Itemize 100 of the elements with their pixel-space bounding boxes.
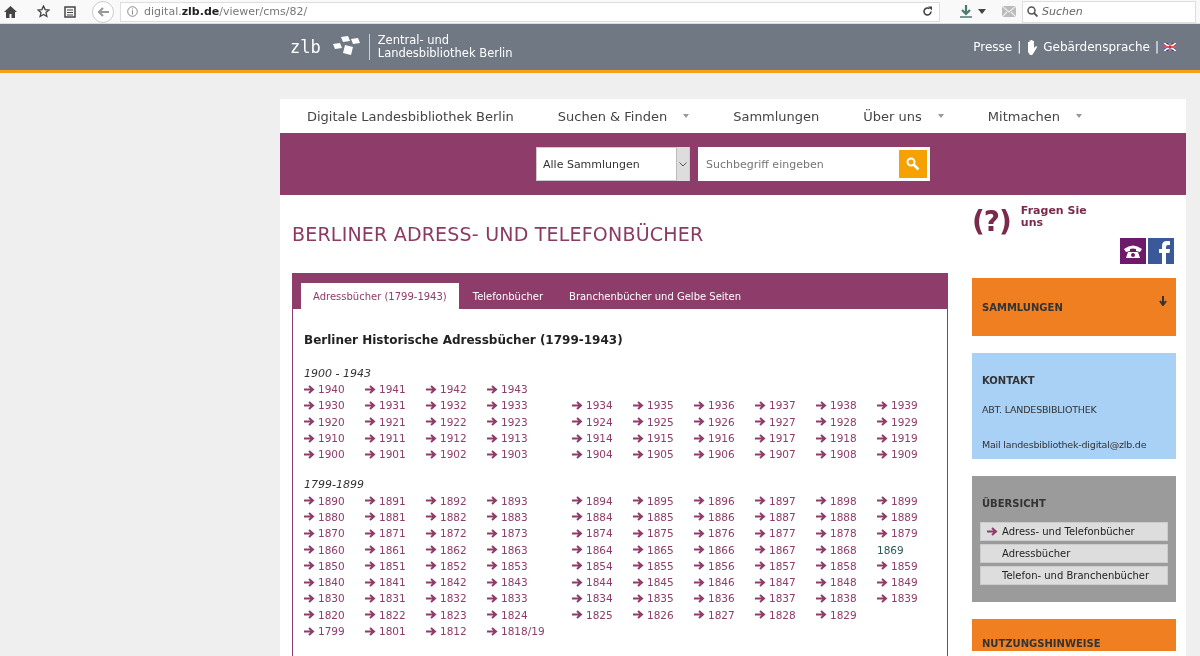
year-link[interactable]: 1878 — [816, 525, 877, 542]
year-link[interactable]: 1871 — [365, 525, 426, 542]
year-link[interactable]: 1897 — [755, 492, 816, 509]
year-link[interactable]: 1830 — [304, 590, 365, 607]
year-link[interactable]: 1908 — [816, 446, 877, 463]
year-link[interactable]: 1867 — [755, 541, 816, 558]
year-link[interactable]: 1888 — [816, 508, 877, 526]
info-icon[interactable] — [127, 6, 138, 17]
nav-menu-item[interactable]: Über uns — [863, 108, 944, 124]
clipboard-icon[interactable] — [64, 5, 76, 18]
year-link[interactable]: 1915 — [633, 429, 694, 447]
year-link[interactable]: 1839 — [877, 590, 938, 607]
year-link[interactable]: 1837 — [755, 590, 816, 607]
year-link[interactable]: 1858 — [816, 557, 877, 574]
year-link[interactable]: 1913 — [487, 429, 572, 447]
year-link[interactable]: 1859 — [877, 557, 938, 574]
year-link[interactable]: 1902 — [426, 446, 487, 463]
year-link[interactable]: 1880 — [304, 508, 365, 526]
ask-link[interactable]: Fragen Sie — [1020, 205, 1087, 217]
year-link[interactable]: 1868 — [816, 541, 877, 558]
year-link[interactable]: 1919 — [877, 429, 938, 447]
year-link[interactable]: 1847 — [755, 573, 816, 591]
download-icon[interactable] — [960, 5, 972, 18]
year-link[interactable]: 1903 — [487, 446, 572, 463]
year-link[interactable]: 1824 — [487, 606, 572, 623]
year-link[interactable]: 1852 — [426, 557, 487, 574]
year-link[interactable]: 1833 — [487, 590, 572, 607]
address-bar[interactable]: digital.zlb.de/viewer/cms/82/ — [120, 1, 940, 22]
year-link[interactable]: 1922 — [426, 413, 487, 430]
year-link[interactable]: 1856 — [694, 557, 755, 574]
year-link[interactable]: 1924 — [572, 413, 633, 430]
year-link[interactable]: 1917 — [755, 429, 816, 447]
year-link[interactable]: 1920 — [304, 413, 365, 430]
year-link[interactable]: 1841 — [365, 573, 426, 591]
year-link[interactable]: 1934 — [572, 397, 633, 414]
year-link[interactable]: 1881 — [365, 508, 426, 526]
year-link[interactable]: 1875 — [633, 525, 694, 542]
year-link[interactable]: 1882 — [426, 508, 487, 526]
year-link[interactable]: 1870 — [304, 525, 365, 542]
overview-menu-item[interactable]: Adress- und Telefonbücher — [980, 522, 1168, 541]
collection-select[interactable]: Alle Sammlungen — [536, 147, 690, 181]
year-link[interactable]: 1895 — [633, 492, 694, 509]
year-link[interactable]: 1928 — [816, 413, 877, 430]
year-link[interactable]: 1891 — [365, 492, 426, 509]
collapsible-panel[interactable]: NUTZUNGSHINWEISE — [972, 619, 1176, 651]
year-link[interactable]: 1898 — [816, 492, 877, 509]
year-link[interactable]: 1938 — [816, 397, 877, 414]
nav-menu-item[interactable]: Mitmachen — [987, 108, 1082, 124]
caret-icon[interactable] — [1076, 114, 1082, 118]
year-link[interactable]: 1842 — [426, 573, 487, 591]
year-link[interactable]: 1853 — [487, 557, 572, 574]
year-link[interactable]: 1916 — [694, 429, 755, 447]
home-icon[interactable] — [4, 5, 17, 18]
reload-icon[interactable] — [922, 6, 933, 17]
year-link[interactable]: 1844 — [572, 573, 633, 591]
year-link[interactable]: 1889 — [877, 508, 938, 526]
year-link[interactable]: 1910 — [304, 429, 365, 447]
year-link[interactable]: 1872 — [426, 525, 487, 542]
tab[interactable]: Telefonbücher — [460, 283, 555, 309]
year-link[interactable]: 1855 — [633, 557, 694, 574]
year-link[interactable]: 1860 — [304, 541, 365, 558]
year-link[interactable]: 1904 — [572, 446, 633, 463]
ask-link[interactable]: uns — [1020, 217, 1087, 229]
browser-search-field[interactable]: Suchen — [1022, 0, 1196, 23]
search-icon[interactable] — [1027, 6, 1038, 17]
year-link[interactable]: 1854 — [572, 557, 633, 574]
year-link[interactable]: 1825 — [572, 606, 633, 623]
year-link[interactable]: 1909 — [877, 446, 938, 463]
year-link[interactable]: 1838 — [816, 590, 877, 607]
year-link[interactable]: 1921 — [365, 413, 426, 430]
overview-menu-item[interactable]: Telefon- und Branchenbücher — [980, 566, 1168, 585]
flag-icon[interactable] — [1164, 43, 1176, 51]
year-link[interactable]: 1846 — [694, 573, 755, 591]
year-link[interactable]: 1848 — [816, 573, 877, 591]
year-link[interactable]: 1836 — [694, 590, 755, 607]
collapsible-panel[interactable]: SAMMLUNGEN — [972, 278, 1176, 336]
phone-icon[interactable] — [1120, 238, 1146, 264]
year-link[interactable]: 1865 — [633, 541, 694, 558]
chevron-down-icon[interactable] — [679, 161, 687, 167]
year-link[interactable]: 1884 — [572, 508, 633, 526]
year-link[interactable]: 1883 — [487, 508, 572, 526]
year-link[interactable]: 1907 — [755, 446, 816, 463]
year-link[interactable]: 1877 — [755, 525, 816, 542]
year-link[interactable]: 1822 — [365, 606, 426, 623]
year-link[interactable]: 1927 — [755, 413, 816, 430]
question-mark-icon[interactable]: (?) — [972, 205, 1011, 238]
dropdown-caret-icon[interactable] — [978, 9, 986, 14]
year-link[interactable]: 1912 — [426, 429, 487, 447]
nav-menu-item[interactable]: Suchen & Finden — [557, 108, 690, 124]
year-link[interactable]: 1831 — [365, 590, 426, 607]
year-link[interactable]: 1929 — [877, 413, 938, 430]
year-link[interactable]: 1900 — [304, 446, 365, 463]
year-link[interactable]: 1829 — [816, 606, 877, 623]
year-link[interactable]: 1843 — [487, 573, 572, 591]
year-link[interactable]: 1942 — [426, 381, 487, 398]
year-link[interactable]: 1901 — [365, 446, 426, 463]
year-link[interactable]: 1849 — [877, 573, 938, 591]
tab[interactable]: Branchenbücher und Gelbe Seiten — [557, 283, 753, 309]
year-link[interactable]: 1893 — [487, 492, 572, 509]
nav-menu-item[interactable]: Sammlungen — [733, 108, 820, 124]
